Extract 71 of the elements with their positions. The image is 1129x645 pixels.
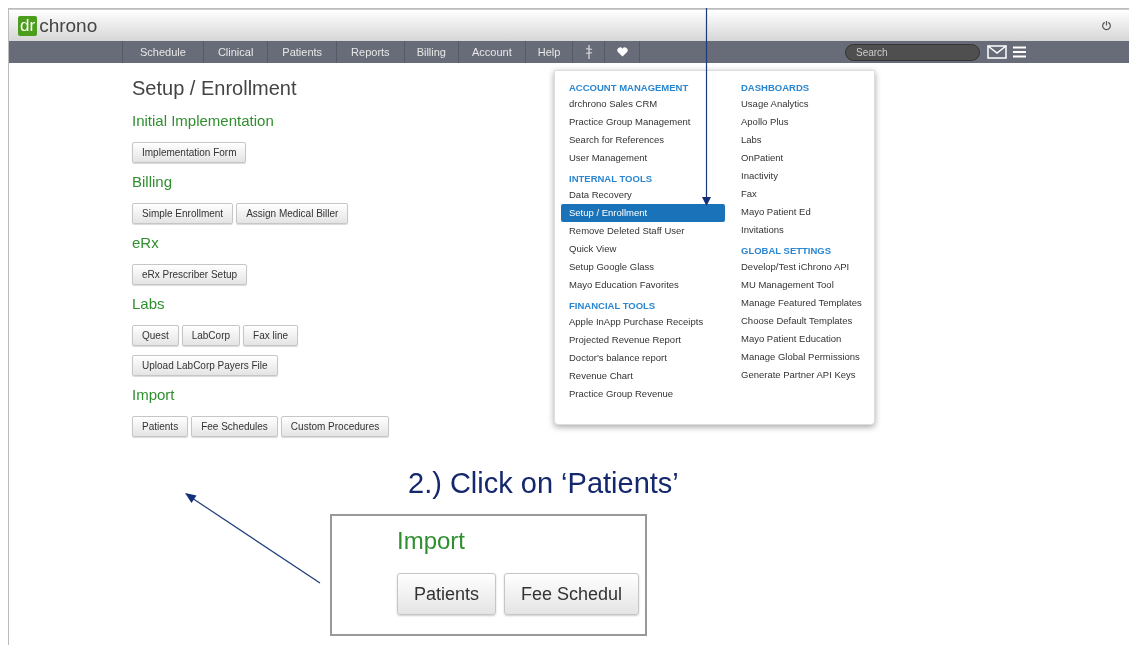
button[interactable]: Simple Enrollment bbox=[132, 203, 234, 224]
section-heading: Import bbox=[132, 385, 175, 405]
menu-item[interactable]: Develop/Test iChrono API bbox=[733, 258, 874, 276]
menu-item[interactable]: OnPatient bbox=[733, 149, 874, 167]
caduceus-icon[interactable] bbox=[584, 45, 593, 59]
nav-tab[interactable]: Billing bbox=[403, 41, 458, 63]
menu-item[interactable]: drchrono Sales CRM bbox=[561, 95, 725, 113]
page-title: Setup / Enrollment bbox=[132, 76, 297, 101]
button[interactable]: Fee Schedules bbox=[191, 416, 278, 437]
button[interactable]: Patients bbox=[132, 416, 189, 437]
section-heading: Initial Implementation bbox=[132, 111, 274, 131]
menu-item[interactable]: Quick View bbox=[561, 240, 725, 258]
logo-text: chrono bbox=[39, 15, 98, 36]
menu-item[interactable]: Usage Analytics bbox=[733, 95, 874, 113]
button[interactable]: Fee Schedul bbox=[504, 573, 640, 615]
menu-item[interactable]: Doctor's balance report bbox=[561, 349, 725, 367]
logo-mark: dr bbox=[18, 15, 38, 36]
nav-tab[interactable]: Help bbox=[524, 41, 573, 63]
nav-tab[interactable]: Clinical bbox=[202, 41, 268, 63]
menu-item[interactable]: Fax bbox=[733, 185, 874, 203]
menu-item[interactable]: Inactivity bbox=[733, 167, 874, 185]
button[interactable]: Quest bbox=[132, 325, 179, 346]
menu-heading: DASHBOARDS bbox=[740, 81, 811, 95]
menu-item[interactable]: Setup Google Glass bbox=[561, 258, 725, 276]
menu-item[interactable]: Setup / Enrollment bbox=[561, 204, 725, 222]
menu-item[interactable]: Apollo Plus bbox=[733, 113, 874, 131]
menu-item[interactable]: Data Recovery bbox=[561, 186, 725, 204]
button[interactable]: Custom Procedures bbox=[280, 416, 390, 437]
menu-item[interactable]: Projected Revenue Report bbox=[561, 331, 725, 349]
menu-icon[interactable] bbox=[1013, 46, 1026, 58]
heart-icon[interactable] bbox=[616, 47, 628, 57]
button[interactable]: Fax line bbox=[243, 325, 299, 346]
mail-icon[interactable] bbox=[987, 45, 1007, 59]
menu-heading: GLOBAL SETTINGS bbox=[740, 244, 833, 258]
menu-item[interactable]: Apple InApp Purchase Receipts bbox=[561, 313, 725, 331]
button[interactable]: Patients bbox=[397, 573, 497, 615]
callout-text: 2.) Click on ‘Patients’ bbox=[408, 466, 679, 501]
nav-tab[interactable]: Schedule bbox=[122, 41, 203, 63]
section-heading: Billing bbox=[132, 172, 173, 192]
menu-item[interactable]: Mayo Patient Education bbox=[733, 330, 874, 348]
menu-item[interactable]: Practice Group Management bbox=[561, 113, 725, 131]
button[interactable]: Upload LabCorp Payers File bbox=[132, 355, 278, 376]
menu-item[interactable]: Practice Group Revenue bbox=[561, 385, 725, 403]
menu-item[interactable]: Generate Partner API Keys bbox=[733, 366, 874, 384]
menu-item[interactable]: Revenue Chart bbox=[561, 367, 725, 385]
menu-item[interactable]: Mayo Patient Ed bbox=[733, 203, 874, 221]
menu-item[interactable]: Invitations bbox=[733, 221, 874, 239]
menu-heading: ACCOUNT MANAGEMENT bbox=[568, 81, 690, 95]
button[interactable]: eRx Prescriber Setup bbox=[132, 264, 248, 285]
menu-item[interactable]: Mayo Education Favorites bbox=[561, 276, 725, 294]
section-heading: eRx bbox=[132, 233, 159, 253]
menu-item[interactable]: Manage Featured Templates bbox=[733, 294, 874, 312]
menu-item[interactable]: Labs bbox=[733, 131, 874, 149]
menu-item[interactable]: Choose Default Templates bbox=[733, 312, 874, 330]
nav-tab[interactable]: Reports bbox=[336, 41, 404, 63]
menu-item[interactable]: Manage Global Permissions bbox=[733, 348, 874, 366]
section-heading: Import bbox=[397, 526, 465, 556]
menu-item[interactable]: Remove Deleted Staff User bbox=[561, 222, 725, 240]
menu-heading: FINANCIAL TOOLS bbox=[568, 299, 657, 313]
menu-heading: INTERNAL TOOLS bbox=[568, 172, 654, 186]
button[interactable]: Implementation Form bbox=[132, 142, 247, 163]
power-icon[interactable] bbox=[1101, 20, 1112, 31]
section-heading: Labs bbox=[132, 294, 165, 314]
menu-item[interactable]: User Management bbox=[561, 149, 725, 167]
menu-item[interactable]: Search for References bbox=[561, 131, 725, 149]
button[interactable]: Assign Medical Biller bbox=[236, 203, 349, 224]
menu-item[interactable]: MU Management Tool bbox=[733, 276, 874, 294]
nav-tab[interactable]: Account bbox=[458, 41, 525, 63]
search-field[interactable]: Search bbox=[845, 43, 980, 61]
nav-tab[interactable]: Patients bbox=[267, 41, 337, 63]
button[interactable]: LabCorp bbox=[181, 325, 241, 346]
